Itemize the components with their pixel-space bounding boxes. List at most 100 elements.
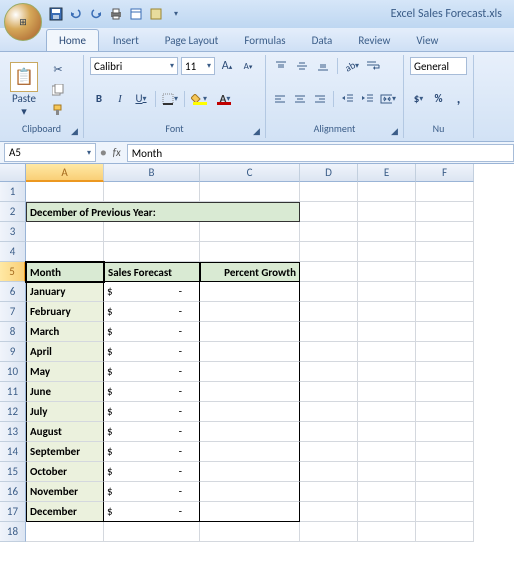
cell[interactable]	[358, 182, 416, 202]
cell[interactable]	[300, 462, 358, 482]
cell[interactable]	[104, 182, 200, 202]
cell[interactable]	[200, 322, 300, 342]
cell[interactable]	[300, 182, 358, 202]
cell[interactable]	[200, 422, 300, 442]
cell[interactable]	[200, 402, 300, 422]
print-icon[interactable]	[108, 6, 124, 22]
row-header[interactable]: 11	[0, 382, 26, 402]
row-header[interactable]: 14	[0, 442, 26, 462]
cell[interactable]: April	[26, 342, 104, 362]
cell[interactable]	[416, 262, 474, 282]
cell[interactable]	[200, 482, 300, 502]
cell[interactable]	[104, 522, 200, 542]
row-header[interactable]: 7	[0, 302, 26, 322]
copy-icon[interactable]	[49, 81, 67, 99]
cell[interactable]: $-	[104, 422, 200, 442]
cell[interactable]	[416, 282, 474, 302]
cell[interactable]	[416, 322, 474, 342]
cell[interactable]: $-	[104, 322, 200, 342]
cell[interactable]	[358, 522, 416, 542]
shrink-font-icon[interactable]: A▾	[239, 57, 257, 75]
cell[interactable]: September	[26, 442, 104, 462]
clipboard-launcher-icon[interactable]: ◢	[71, 126, 81, 136]
cell[interactable]	[416, 482, 474, 502]
redo-icon[interactable]	[88, 6, 104, 22]
cell[interactable]	[200, 462, 300, 482]
name-box[interactable]: A5▾	[4, 143, 96, 162]
cell[interactable]	[416, 422, 474, 442]
cell[interactable]	[200, 442, 300, 462]
tab-view[interactable]: View	[404, 30, 450, 51]
cell[interactable]: December of Previous Year:	[26, 202, 300, 222]
cell[interactable]	[358, 282, 416, 302]
row-header[interactable]: 16	[0, 482, 26, 502]
cell[interactable]	[358, 462, 416, 482]
cell[interactable]	[416, 222, 474, 242]
cell[interactable]	[300, 302, 358, 322]
fx-icon[interactable]: fx	[107, 146, 127, 159]
cell[interactable]	[300, 482, 358, 502]
merge-center-icon[interactable]: ▾	[379, 90, 397, 108]
row-header[interactable]: 9	[0, 342, 26, 362]
col-header-d[interactable]: D	[300, 164, 358, 182]
cell[interactable]	[358, 302, 416, 322]
row-header[interactable]: 10	[0, 362, 26, 382]
cell[interactable]: $-	[104, 282, 200, 302]
cell[interactable]	[200, 382, 300, 402]
qat-icon-1[interactable]	[128, 6, 144, 22]
cell[interactable]: Sales Forecast	[104, 262, 200, 282]
col-header-f[interactable]: F	[416, 164, 474, 182]
percent-format-icon[interactable]: %	[430, 90, 447, 108]
cell[interactable]	[200, 222, 300, 242]
underline-button[interactable]: U▾	[132, 90, 150, 108]
cell[interactable]	[300, 422, 358, 442]
cell[interactable]	[300, 242, 358, 262]
qat-icon-2[interactable]	[148, 6, 164, 22]
col-header-a[interactable]: A	[26, 164, 104, 182]
row-header[interactable]: 6	[0, 282, 26, 302]
font-size-select[interactable]: 11▾	[181, 57, 215, 75]
align-center-icon[interactable]	[292, 90, 309, 108]
cell[interactable]	[200, 342, 300, 362]
align-left-icon[interactable]	[272, 90, 289, 108]
align-right-icon[interactable]	[312, 90, 329, 108]
cell[interactable]: March	[26, 322, 104, 342]
cell[interactable]	[416, 182, 474, 202]
cell[interactable]: January	[26, 282, 104, 302]
cell[interactable]	[358, 442, 416, 462]
cell[interactable]: $-	[104, 362, 200, 382]
accounting-format-icon[interactable]: $▾	[410, 90, 427, 108]
row-header[interactable]: 12	[0, 402, 26, 422]
cell[interactable]	[300, 262, 358, 282]
cell[interactable]	[300, 222, 358, 242]
row-header[interactable]: 2	[0, 202, 26, 222]
align-middle-icon[interactable]	[293, 57, 311, 75]
col-header-b[interactable]: B	[104, 164, 200, 182]
office-button[interactable]: ⊞	[4, 3, 42, 41]
row-header[interactable]: 3	[0, 222, 26, 242]
spreadsheet-grid[interactable]: 12December of Previous Year:345MonthSale…	[0, 182, 514, 542]
format-painter-icon[interactable]	[49, 101, 67, 119]
cell[interactable]	[358, 422, 416, 442]
col-header-c[interactable]: C	[200, 164, 300, 182]
cell[interactable]	[26, 242, 104, 262]
cell[interactable]: August	[26, 422, 104, 442]
tab-formulas[interactable]: Formulas	[232, 30, 297, 51]
font-launcher-icon[interactable]: ◢	[253, 126, 263, 136]
cell[interactable]	[300, 522, 358, 542]
cell[interactable]	[200, 362, 300, 382]
cell[interactable]: $-	[104, 382, 200, 402]
cell[interactable]: $-	[104, 302, 200, 322]
cell[interactable]	[416, 362, 474, 382]
font-name-select[interactable]: Calibri▾	[90, 57, 178, 75]
cell[interactable]	[416, 382, 474, 402]
cell[interactable]: November	[26, 482, 104, 502]
cell[interactable]	[416, 302, 474, 322]
cell[interactable]	[358, 242, 416, 262]
cell[interactable]	[104, 242, 200, 262]
tab-page-layout[interactable]: Page Layout	[153, 30, 231, 51]
paste-button[interactable]: 📋 Paste ▾	[6, 60, 42, 120]
cell[interactable]	[358, 362, 416, 382]
cell[interactable]	[358, 482, 416, 502]
cell[interactable]	[358, 262, 416, 282]
